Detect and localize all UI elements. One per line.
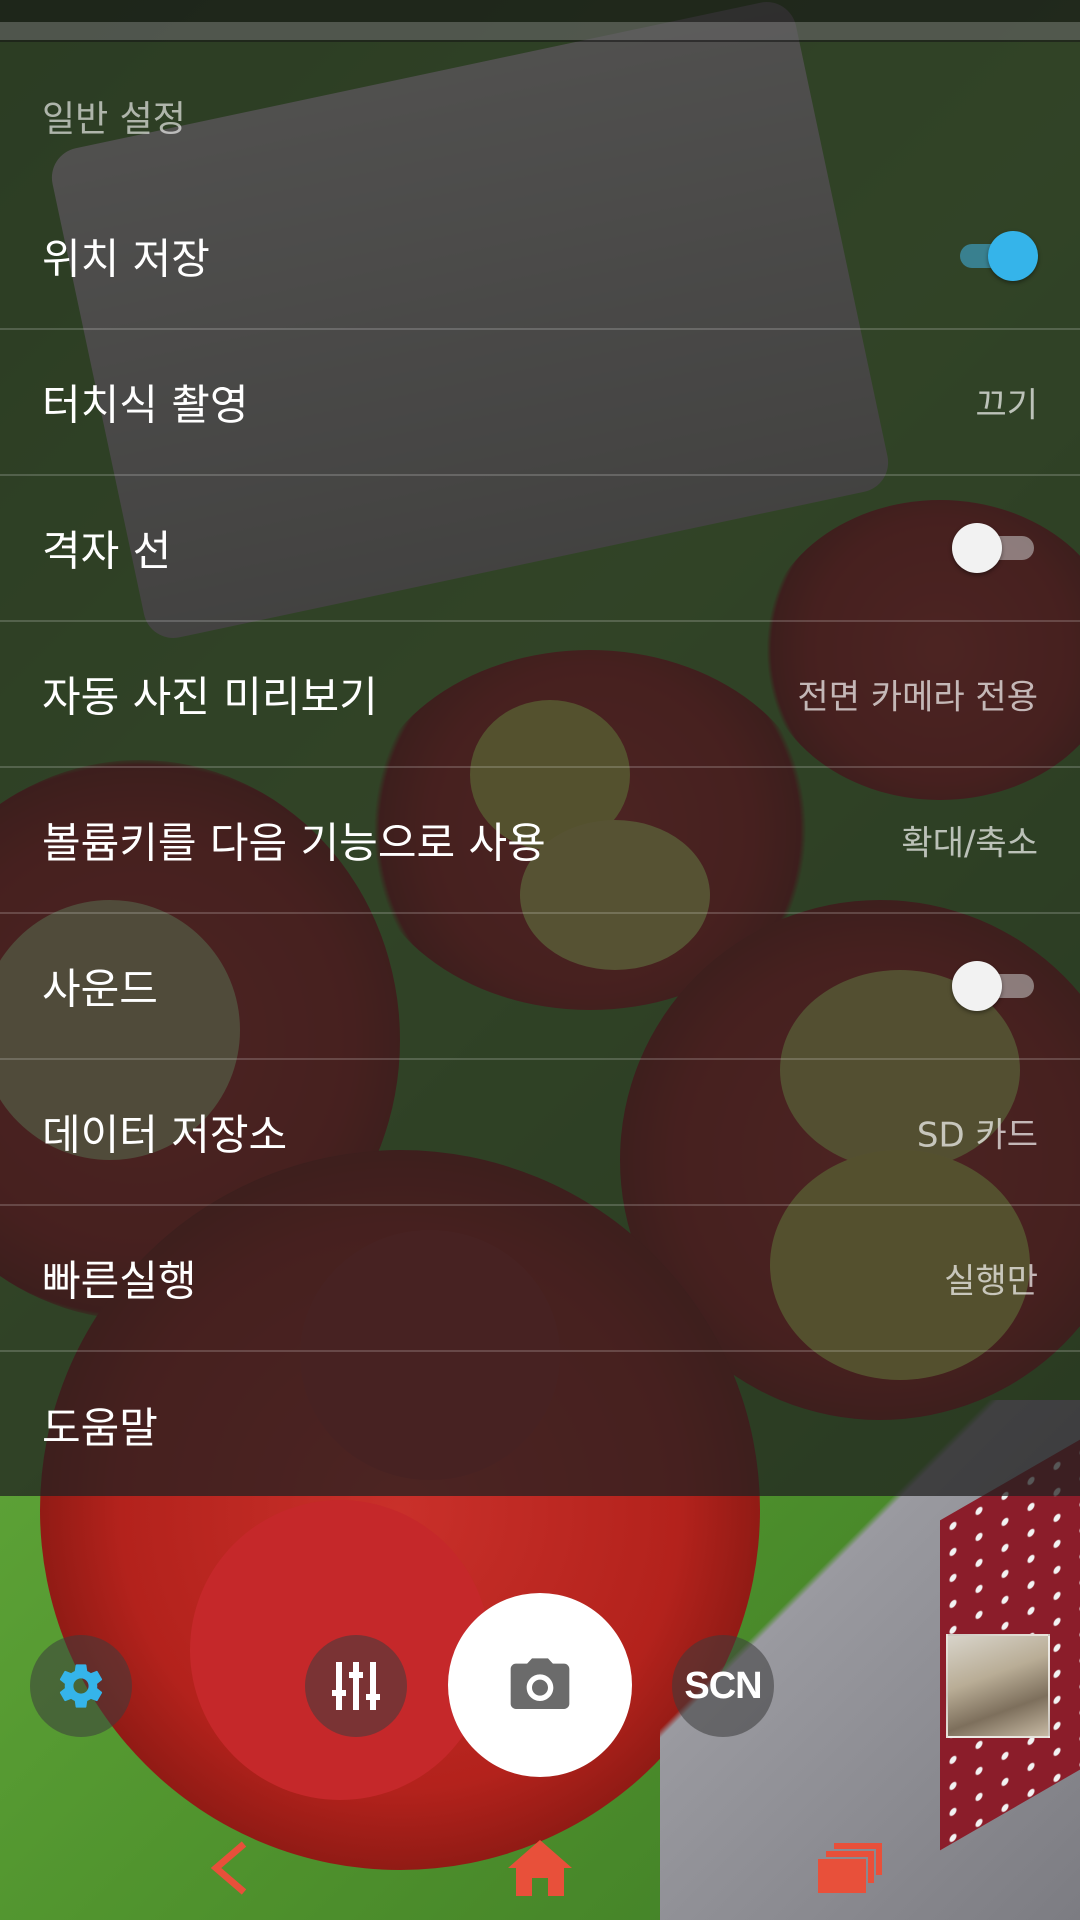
- settings-list: 위치 저장 터치식 촬영 끄기 격자 선 자동 사진 미리보기 전면 카메라 전…: [0, 184, 1080, 1498]
- navigation-bar: [0, 1808, 1080, 1920]
- setting-help[interactable]: 도움말: [0, 1352, 1080, 1498]
- home-button[interactable]: [495, 1828, 585, 1908]
- back-button[interactable]: [185, 1828, 275, 1908]
- setting-sound[interactable]: 사운드: [0, 914, 1080, 1060]
- setting-label: 볼륨키를 다음 기능으로 사용: [42, 818, 546, 868]
- setting-touch-capture[interactable]: 터치식 촬영 끄기: [0, 330, 1080, 476]
- setting-label: 데이터 저장소: [42, 1110, 288, 1160]
- setting-label: 사운드: [42, 964, 158, 1014]
- recent-apps-button[interactable]: [805, 1828, 895, 1908]
- grid-lines-toggle[interactable]: [952, 523, 1038, 573]
- gallery-thumbnail[interactable]: [946, 1634, 1050, 1738]
- setting-label: 도움말: [42, 1403, 158, 1453]
- scene-icon: SCN: [684, 1664, 762, 1707]
- setting-grid-lines[interactable]: 격자 선: [0, 476, 1080, 622]
- setting-value: 실행만: [944, 1261, 1038, 1302]
- setting-volume-key[interactable]: 볼륨키를 다음 기능으로 사용 확대/축소: [0, 768, 1080, 914]
- setting-label: 터치식 촬영: [42, 380, 249, 430]
- adjustments-button[interactable]: [305, 1635, 407, 1737]
- setting-auto-preview[interactable]: 자동 사진 미리보기 전면 카메라 전용: [0, 622, 1080, 768]
- scene-mode-button[interactable]: SCN: [672, 1635, 774, 1737]
- back-icon: [210, 1841, 247, 1895]
- sound-toggle[interactable]: [952, 961, 1038, 1011]
- shutter-button[interactable]: [448, 1593, 632, 1777]
- setting-label: 자동 사진 미리보기: [42, 672, 378, 722]
- setting-location-save[interactable]: 위치 저장: [0, 184, 1080, 330]
- status-bar: [0, 22, 1080, 40]
- settings-button[interactable]: [30, 1635, 132, 1737]
- setting-value: 전면 카메라 전용: [797, 677, 1038, 718]
- camera-icon: [510, 1658, 570, 1709]
- setting-quick-launch[interactable]: 빠른실행 실행만: [0, 1206, 1080, 1352]
- settings-panel: 일반 설정 위치 저장 터치식 촬영 끄기 격자 선 자동 사진 미리보기 전면…: [0, 0, 1080, 1496]
- toggle-thumb: [988, 231, 1038, 281]
- camera-controls: SCN: [0, 1590, 1080, 1780]
- section-title: 일반 설정: [42, 99, 186, 140]
- setting-label: 빠른실행: [42, 1256, 197, 1306]
- setting-value: SD 카드: [916, 1115, 1038, 1156]
- setting-value: 확대/축소: [901, 823, 1038, 864]
- sliders-icon: [332, 1662, 380, 1710]
- location-save-toggle[interactable]: [952, 231, 1038, 281]
- gear-icon: [59, 1664, 103, 1708]
- setting-data-storage[interactable]: 데이터 저장소 SD 카드: [0, 1060, 1080, 1206]
- status-strip: [0, 0, 1080, 42]
- toggle-thumb: [952, 523, 1002, 573]
- toggle-thumb: [952, 961, 1002, 1011]
- home-icon: [508, 1840, 572, 1896]
- setting-label: 위치 저장: [42, 234, 210, 284]
- setting-label: 격자 선: [42, 526, 172, 576]
- recent-apps-icon: [818, 1843, 882, 1893]
- setting-value: 끄기: [975, 385, 1038, 426]
